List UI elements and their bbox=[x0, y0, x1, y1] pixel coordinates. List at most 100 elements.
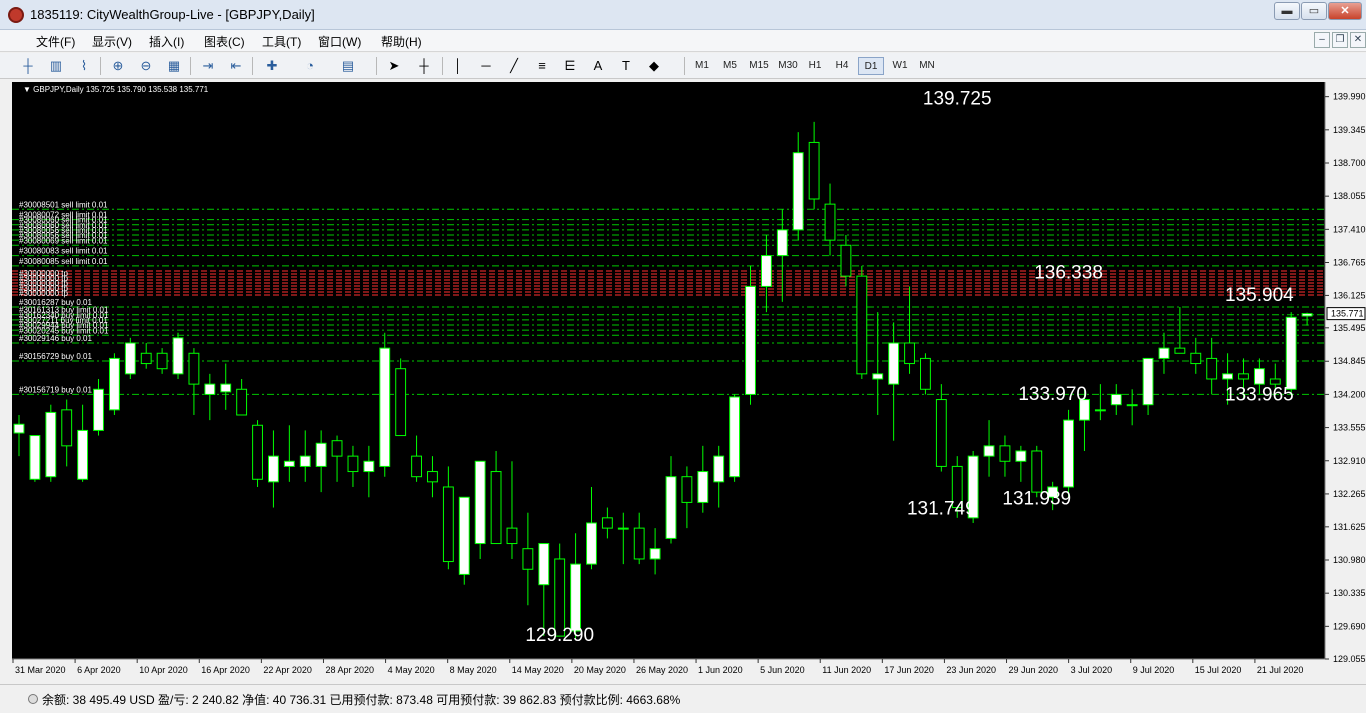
candle-body bbox=[840, 244, 852, 277]
zoom-in-icon[interactable]: ⊕ bbox=[108, 56, 128, 76]
tf-m5-button[interactable]: M5 bbox=[718, 57, 742, 75]
candlestick-chart[interactable]: #30000000 tp#30000000 tp#30000000 tp#300… bbox=[11, 81, 1366, 682]
fibo-fan-icon[interactable]: ⋿ bbox=[560, 56, 580, 76]
tf-d1-button[interactable]: D1 bbox=[858, 57, 884, 75]
menu-file[interactable]: 文件(F) bbox=[36, 33, 75, 50]
x-tick-label: 14 May 2020 bbox=[512, 665, 564, 675]
y-tick-label: 138.700 bbox=[1333, 158, 1366, 168]
candle-body bbox=[1206, 357, 1218, 380]
candle-body bbox=[808, 141, 820, 200]
fibonacci-icon[interactable]: ≡ bbox=[532, 56, 552, 76]
candle-body bbox=[904, 342, 915, 365]
candle-body bbox=[77, 429, 89, 480]
bar-chart-icon[interactable]: ┼ bbox=[18, 56, 38, 76]
x-tick-label: 4 May 2020 bbox=[388, 665, 435, 675]
x-tick-label: 9 Jul 2020 bbox=[1133, 665, 1175, 675]
menu-view[interactable]: 显示(V) bbox=[92, 33, 132, 50]
tf-m1-button[interactable]: M1 bbox=[690, 57, 714, 75]
x-tick-label: 23 Jun 2020 bbox=[946, 665, 996, 675]
candle-body bbox=[776, 229, 788, 257]
chart-shift-icon[interactable]: ⇤ bbox=[226, 56, 246, 76]
candle-body bbox=[427, 471, 438, 483]
y-tick-label: 130.980 bbox=[1333, 555, 1366, 565]
y-tick-label: 134.845 bbox=[1333, 356, 1366, 366]
price-annotation: 131.749 bbox=[907, 498, 976, 519]
menu-window[interactable]: 窗口(W) bbox=[318, 33, 361, 50]
y-tick-label: 136.125 bbox=[1333, 290, 1366, 300]
candle-body bbox=[617, 527, 629, 530]
y-tick-label: 136.765 bbox=[1333, 258, 1366, 268]
candle-body bbox=[522, 548, 534, 570]
candle-body bbox=[999, 445, 1011, 462]
candle-body bbox=[729, 396, 741, 478]
order-label: #30029146 buy 0.01 bbox=[19, 334, 93, 343]
vertical-line-icon[interactable]: │ bbox=[448, 56, 468, 76]
price-annotation: 133.965 bbox=[1225, 384, 1294, 405]
candle-body bbox=[1301, 313, 1313, 317]
tile-windows-icon[interactable]: ▦ bbox=[164, 56, 184, 76]
tf-m15-button[interactable]: M15 bbox=[745, 57, 773, 75]
tf-m30-button[interactable]: M30 bbox=[774, 57, 802, 75]
candle-body bbox=[681, 476, 693, 503]
candle-body bbox=[983, 445, 995, 457]
mdi-close-button[interactable]: ✕ bbox=[1350, 32, 1366, 48]
price-annotation: 139.725 bbox=[923, 88, 992, 109]
text-label-icon[interactable]: T bbox=[616, 56, 636, 76]
candle-body bbox=[236, 388, 248, 416]
zoom-out-icon[interactable]: ⊖ bbox=[136, 56, 156, 76]
y-tick-label: 137.410 bbox=[1333, 224, 1366, 234]
candle-body bbox=[379, 347, 391, 467]
candle-chart-icon[interactable]: ▥ bbox=[46, 56, 66, 76]
x-tick-label: 17 Jun 2020 bbox=[884, 665, 934, 675]
candle-body bbox=[1110, 393, 1122, 406]
candle-body bbox=[745, 285, 756, 395]
y-tick-label: 134.200 bbox=[1333, 389, 1366, 399]
tf-h1-button[interactable]: H1 bbox=[803, 57, 827, 75]
y-tick-label: 135.495 bbox=[1333, 323, 1366, 333]
text-icon[interactable]: A bbox=[588, 56, 608, 76]
tf-mn-button[interactable]: MN bbox=[914, 57, 940, 75]
y-tick-label: 129.690 bbox=[1333, 621, 1366, 631]
auto-scroll-icon[interactable]: ⇥ bbox=[198, 56, 218, 76]
x-tick-label: 11 Jun 2020 bbox=[822, 665, 871, 675]
mdi-minimize-button[interactable]: – bbox=[1314, 32, 1330, 48]
account-summary: 余额: 38 495.49 USD 盈/亏: 2 240.82 净值: 40 7… bbox=[42, 693, 681, 707]
app-icon bbox=[8, 7, 24, 23]
menu-insert[interactable]: 插入(I) bbox=[149, 33, 184, 50]
candle-body bbox=[204, 383, 216, 395]
tf-w1-button[interactable]: W1 bbox=[888, 57, 912, 75]
maximize-button[interactable]: ▭ bbox=[1301, 2, 1327, 20]
minimize-button[interactable]: ▬ bbox=[1274, 2, 1300, 20]
close-button[interactable]: ✕ bbox=[1328, 2, 1362, 20]
candle-body bbox=[1190, 352, 1202, 365]
crosshair-icon[interactable]: ┼ bbox=[414, 56, 434, 76]
tf-h4-button[interactable]: H4 bbox=[830, 57, 854, 75]
period-icon[interactable]: ◔ bbox=[300, 56, 320, 76]
mdi-restore-button[interactable]: ❐ bbox=[1332, 32, 1348, 48]
menu-bar: 文件(F) 显示(V) 插入(I) 图表(C) 工具(T) 窗口(W) 帮助(H… bbox=[0, 30, 1366, 52]
candle-body bbox=[586, 522, 597, 565]
candle-body bbox=[93, 388, 104, 431]
candle-body bbox=[474, 460, 486, 545]
menu-charts[interactable]: 图表(C) bbox=[204, 33, 245, 50]
cursor-icon[interactable]: ➤ bbox=[384, 56, 404, 76]
chart-window[interactable]: #30000000 tp #30000000 tp #30000000 tp #300… bbox=[11, 81, 1366, 682]
shapes-icon[interactable]: ◆ bbox=[644, 56, 664, 76]
horizontal-line-icon[interactable]: ─ bbox=[476, 56, 496, 76]
candle-body bbox=[1238, 373, 1249, 380]
x-tick-label: 10 Apr 2020 bbox=[139, 665, 188, 675]
x-tick-label: 6 Apr 2020 bbox=[77, 665, 121, 675]
candle-body bbox=[1031, 450, 1043, 493]
templates-icon[interactable]: ▤ bbox=[338, 56, 358, 76]
order-label: #30008501 sell limit 0.01 bbox=[19, 200, 108, 209]
candle-body bbox=[1222, 373, 1234, 380]
candle-body bbox=[1285, 316, 1297, 390]
y-tick-label: 132.265 bbox=[1333, 489, 1366, 499]
trendline-icon[interactable]: ╱ bbox=[504, 56, 524, 76]
line-chart-icon[interactable]: ⌇ bbox=[74, 56, 94, 76]
x-tick-label: 20 May 2020 bbox=[574, 665, 626, 675]
menu-help[interactable]: 帮助(H) bbox=[381, 33, 422, 50]
indicators-icon[interactable]: ✚ bbox=[262, 56, 282, 76]
menu-tools[interactable]: 工具(T) bbox=[262, 33, 301, 50]
candle-body bbox=[283, 460, 295, 467]
